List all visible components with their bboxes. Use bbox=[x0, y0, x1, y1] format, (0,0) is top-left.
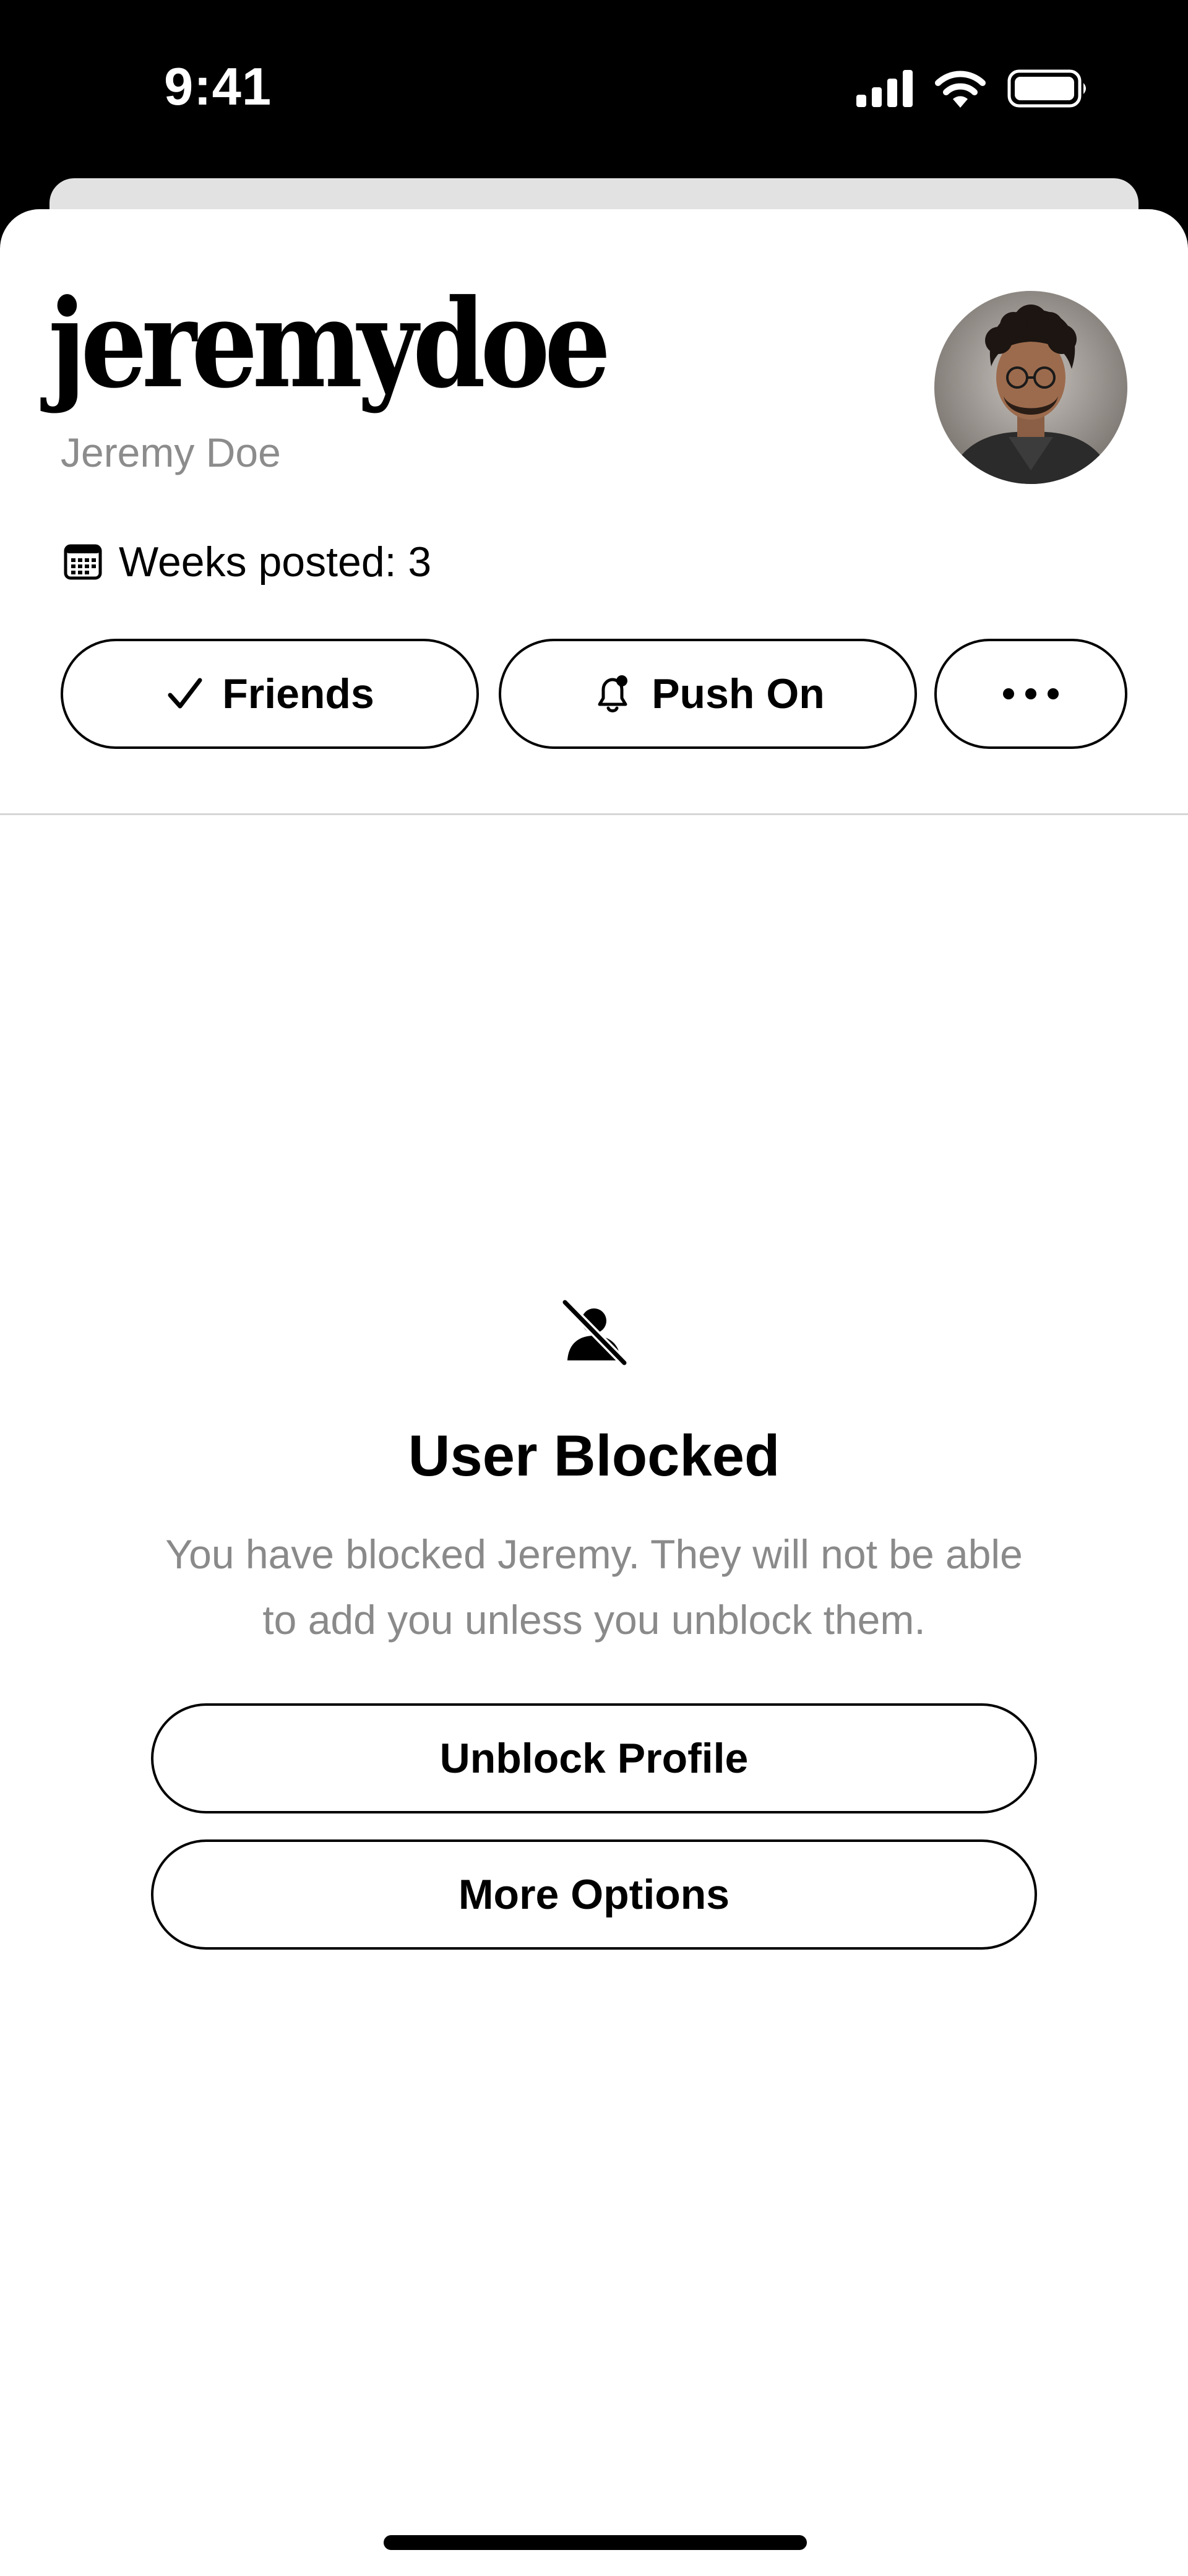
avatar-photo bbox=[934, 291, 1127, 484]
home-indicator[interactable] bbox=[384, 2535, 807, 2550]
checkmark-icon bbox=[168, 678, 202, 709]
friends-button[interactable]: Friends bbox=[61, 639, 479, 749]
push-notifications-button[interactable]: Push On bbox=[499, 639, 917, 749]
unblock-profile-button[interactable]: Unblock Profile bbox=[151, 1703, 1037, 1813]
app-screen: 9:41 jeremydoe Jeremy Doe Weeks posted: … bbox=[0, 0, 1188, 2576]
push-notifications-label: Push On bbox=[652, 670, 825, 717]
blocked-message: You have blocked Jeremy. They will not b… bbox=[165, 1531, 1023, 1643]
user-blocked-icon bbox=[561, 1299, 628, 1367]
calendar-icon bbox=[64, 544, 102, 580]
unblock-profile-label: Unblock Profile bbox=[439, 1735, 749, 1782]
avatar[interactable] bbox=[934, 291, 1127, 484]
friends-button-label: Friends bbox=[222, 670, 374, 717]
battery-icon bbox=[1007, 69, 1086, 108]
weeks-posted-row: Weeks posted: 3 bbox=[63, 537, 431, 587]
status-time: 9:41 bbox=[164, 58, 272, 116]
profile-sheet: jeremydoe Jeremy Doe Weeks posted: 3 Fri… bbox=[0, 209, 1188, 2576]
cellular-signal-icon bbox=[856, 70, 913, 107]
more-actions-button[interactable] bbox=[934, 639, 1127, 749]
wifi-icon bbox=[935, 71, 986, 108]
status-icons bbox=[856, 67, 1089, 110]
weeks-posted-text: Weeks posted: 3 bbox=[119, 538, 432, 586]
profile-display-name: Jeremy Doe bbox=[61, 430, 281, 475]
more-options-label: More Options bbox=[458, 1871, 730, 1918]
profile-action-row: Friends Push On bbox=[61, 639, 1127, 753]
profile-username: jeremydoe bbox=[48, 273, 611, 415]
status-bar: 9:41 bbox=[0, 0, 1188, 173]
header-divider bbox=[0, 813, 1188, 815]
blocked-title: User Blocked bbox=[408, 1423, 780, 1488]
ellipsis-icon bbox=[1003, 688, 1059, 699]
more-options-button[interactable]: More Options bbox=[151, 1839, 1037, 1950]
bell-icon bbox=[598, 675, 628, 712]
